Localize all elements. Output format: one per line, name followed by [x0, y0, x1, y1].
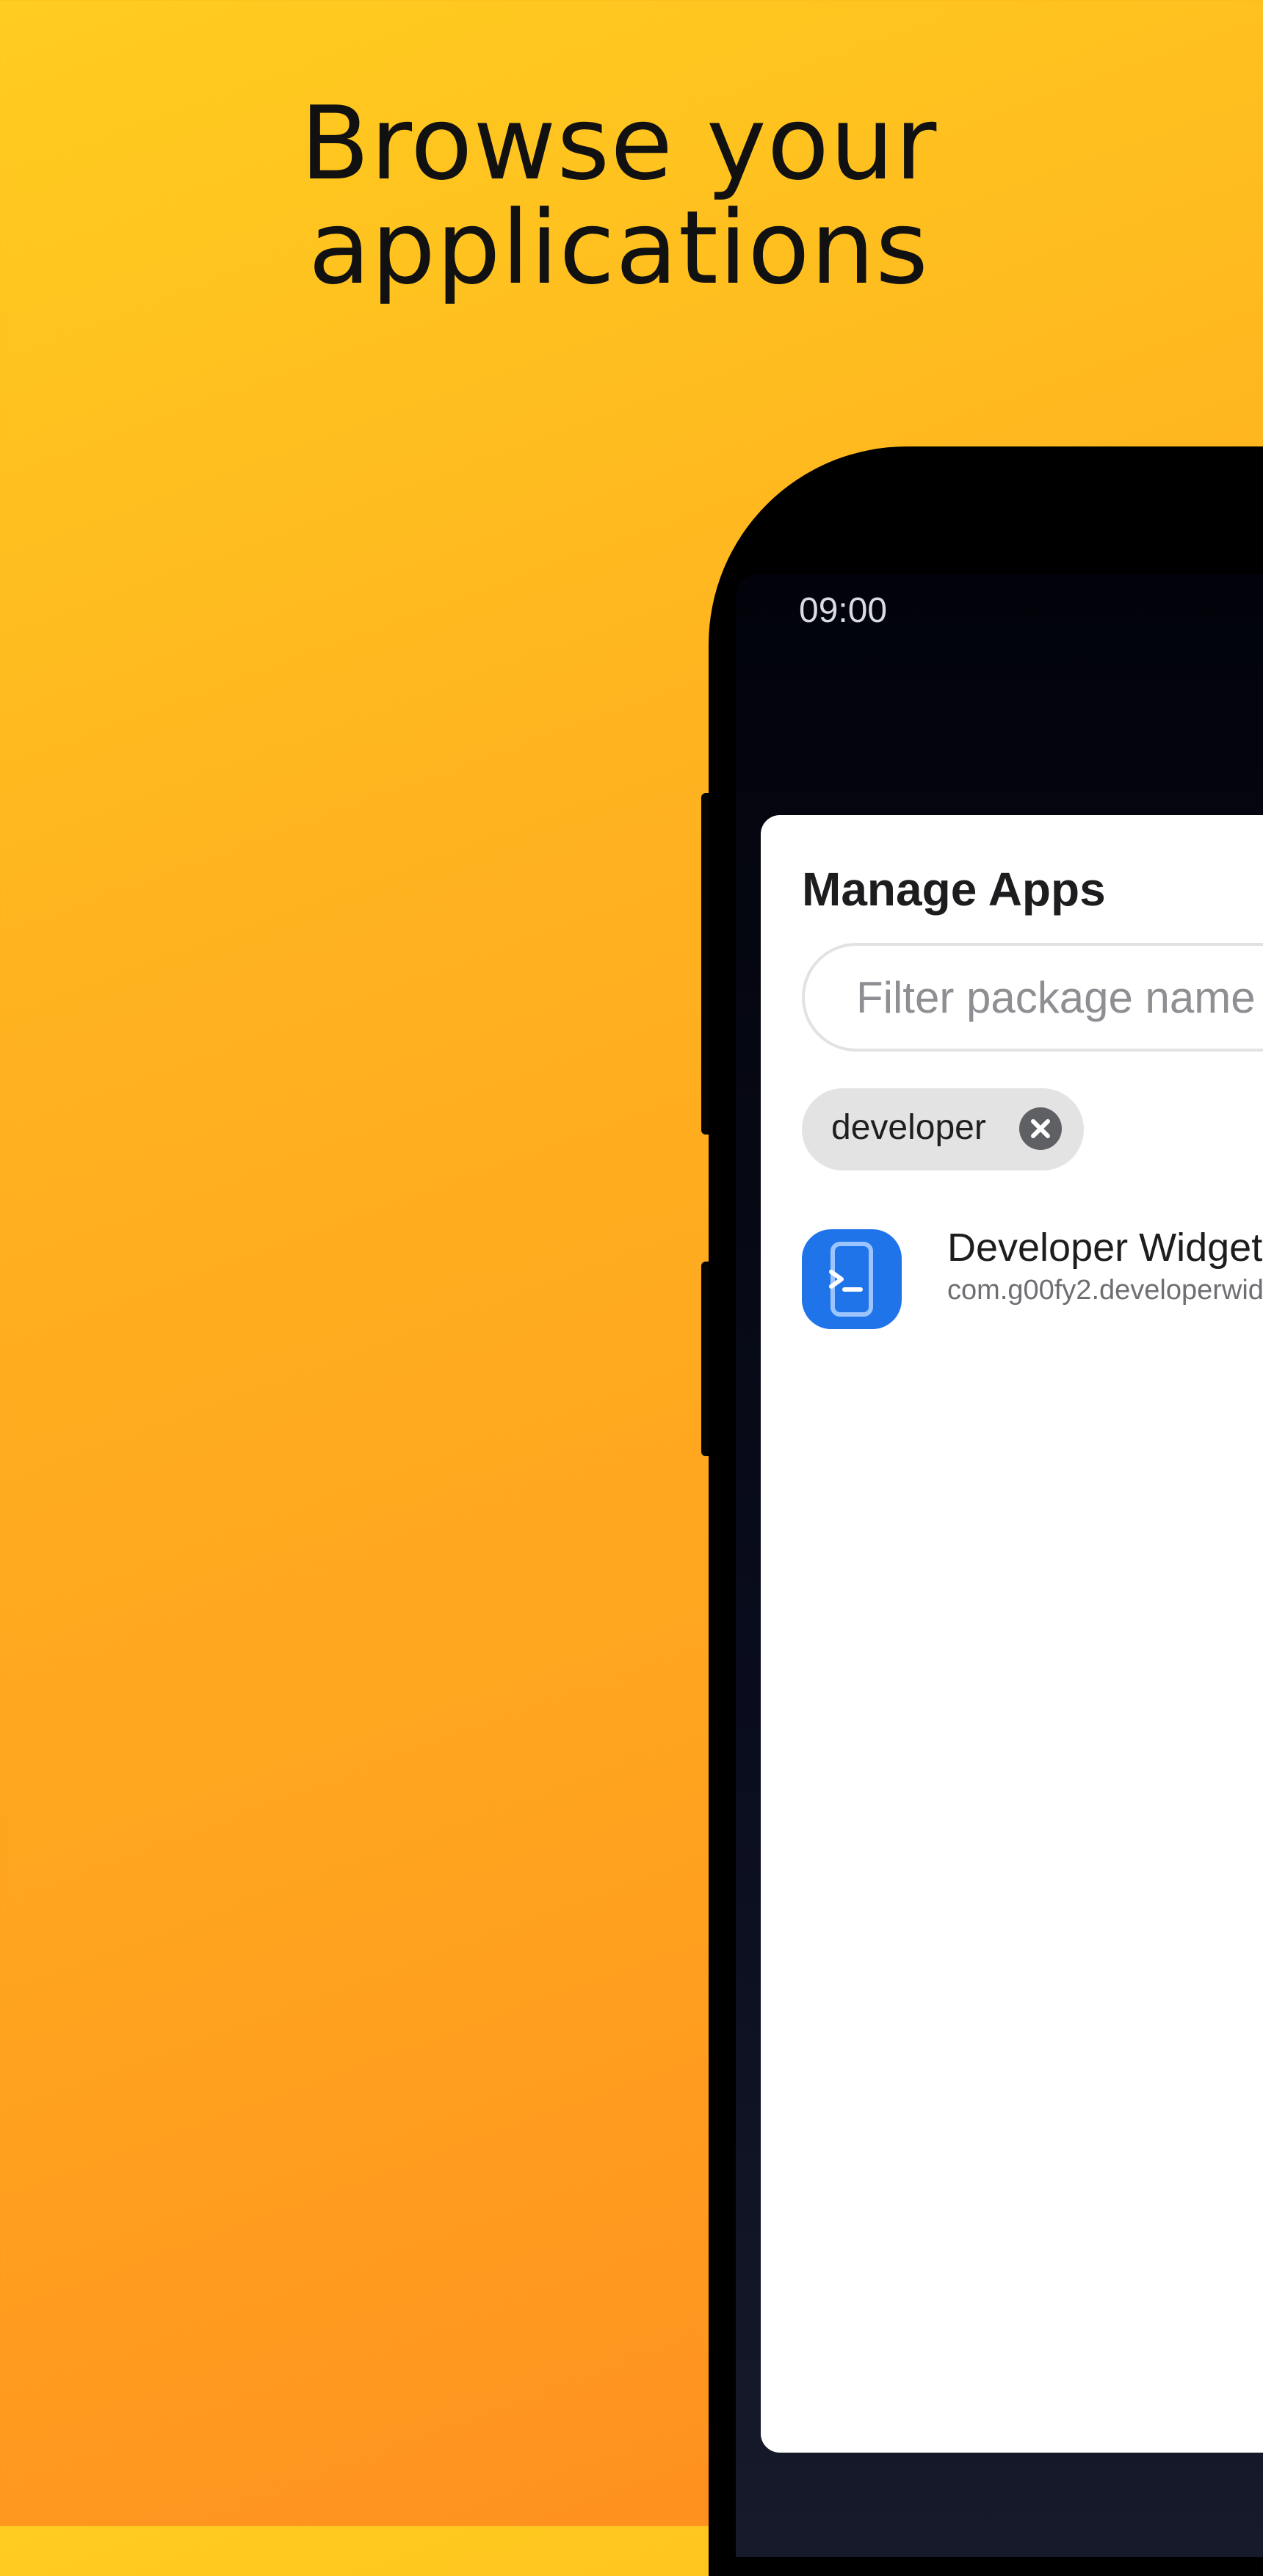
terminal-phone-icon	[802, 1229, 902, 1329]
filter-package-input[interactable]	[856, 968, 1263, 1027]
filter-chip-developer[interactable]: developer	[802, 1088, 1084, 1171]
status-bar-time: 09:00	[799, 591, 888, 630]
app-list-item[interactable]: Developer Widget com.g00fy2.developerwid…	[761, 1204, 1263, 1344]
app-name: Developer Widget	[947, 1226, 1263, 1270]
close-circle-icon[interactable]	[1019, 1107, 1062, 1150]
promo-headline-line-1: Browse your	[300, 84, 938, 203]
phone-screen: 09:00 Manage Apps developer	[736, 574, 1263, 2557]
filter-search-box[interactable]	[802, 943, 1263, 1052]
app-package-name: com.g00fy2.developerwidget	[947, 1275, 1263, 1306]
promo-headline: Browse your applications	[0, 92, 1237, 300]
manage-apps-dialog: Manage Apps developer Developer Wi	[761, 815, 1263, 2453]
dialog-title: Manage Apps	[802, 863, 1106, 916]
promo-headline-line-2: applications	[308, 189, 930, 307]
filter-chip-label: developer	[831, 1108, 986, 1147]
